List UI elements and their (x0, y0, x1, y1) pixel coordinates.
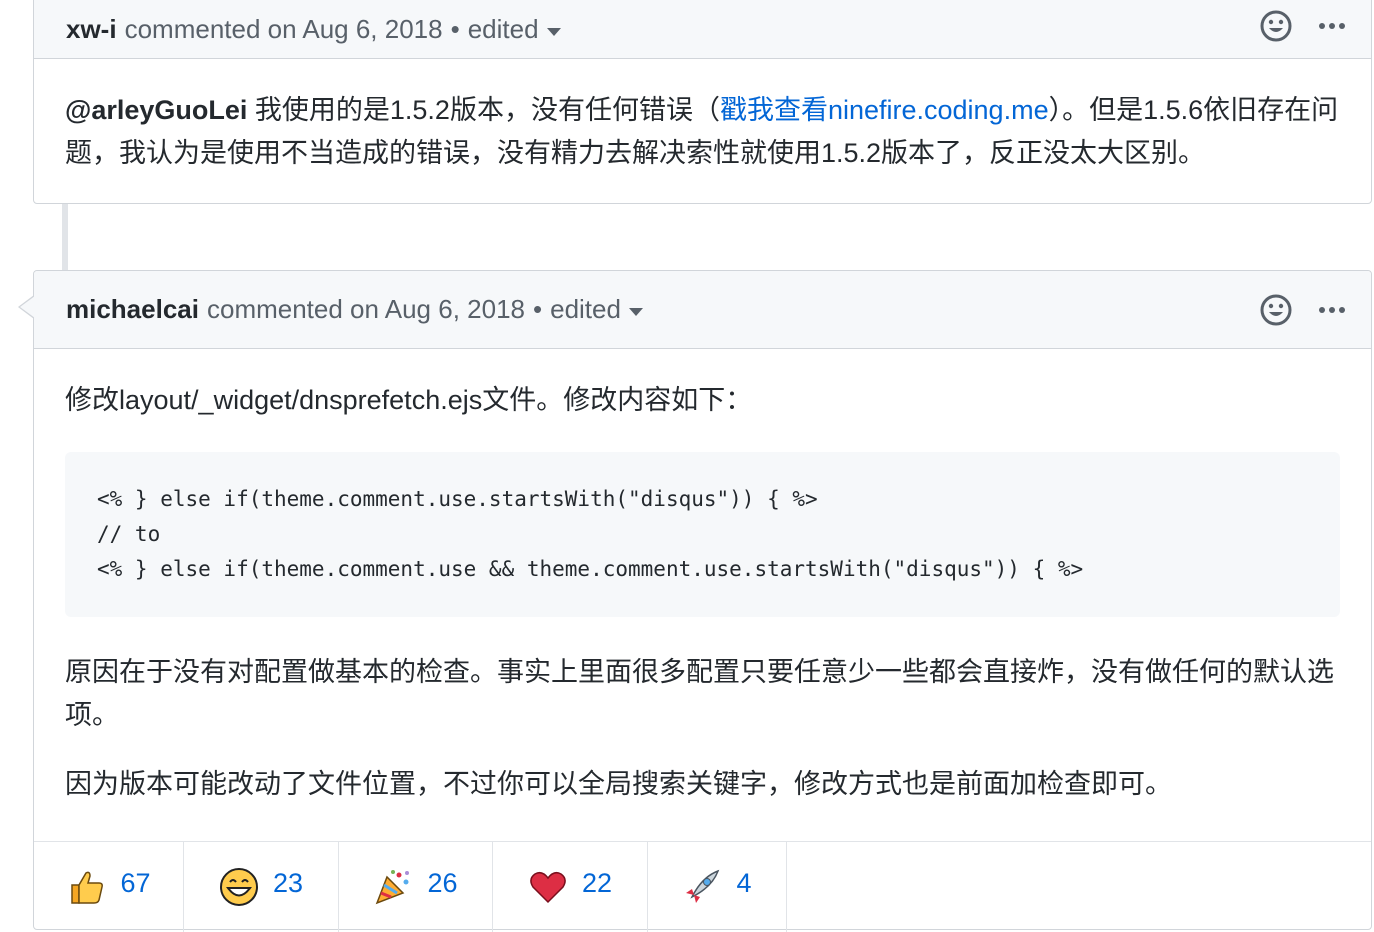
code-line: <% } else if(theme.comment.use && theme.… (97, 557, 1084, 581)
timeline-connector (62, 204, 68, 270)
chevron-down-icon (628, 307, 643, 316)
comment-card: xw-i commented on Aug 6, 2018 • edited @… (33, 0, 1372, 204)
comment-text: 我使用的是1.5.2版本，没有任何错误（ (247, 95, 720, 125)
edited-dropdown[interactable]: edited (550, 294, 643, 325)
header-separator: • (450, 14, 460, 44)
comment-actions (1259, 0, 1349, 58)
comment-header: xw-i commented on Aug 6, 2018 • edited (34, 0, 1371, 59)
kebab-horizontal-icon (1319, 306, 1345, 313)
tada-icon (376, 870, 410, 905)
reaction-count: 23 (272, 867, 304, 898)
edited-label: edited (550, 294, 621, 324)
reaction-count: 67 (120, 867, 151, 898)
edited-dropdown[interactable]: edited (468, 14, 561, 45)
smiley-icon (1260, 294, 1292, 325)
comment-actions (1259, 271, 1349, 348)
comment-author-link[interactable]: xw-i (66, 14, 117, 45)
reaction-count: 22 (581, 867, 613, 898)
smiley-icon (1260, 10, 1292, 41)
reaction-thumbs-up-button[interactable]: 67 (34, 842, 184, 932)
comment-pointer (18, 295, 35, 319)
add-reaction-button[interactable] (1259, 293, 1293, 327)
header-separator: • (533, 294, 543, 324)
comment-header: michaelcai commented on Aug 6, 2018 • ed… (18, 271, 1371, 349)
edited-label: edited (467, 14, 539, 44)
comment-body: 修改layout/_widget/dnsprefetch.ejs文件。修改内容如… (65, 379, 1340, 806)
code-block[interactable]: <% } else if(theme.comment.use.startsWit… (65, 452, 1340, 617)
comment-timestamp[interactable]: commented on Aug 6, 2018 (125, 14, 443, 45)
comment-body: @arleyGuoLei 我使用的是1.5.2版本，没有任何错误（戳我查看nin… (65, 89, 1340, 175)
more-options-button[interactable] (1315, 9, 1349, 43)
comment-paragraph: 修改layout/_widget/dnsprefetch.ejs文件。修改内容如… (65, 385, 753, 415)
comment-timestamp[interactable]: commented on Aug 6, 2018 (207, 294, 525, 325)
kebab-horizontal-icon (1319, 22, 1345, 29)
reaction-hooray-button[interactable]: 26 (339, 842, 493, 932)
reaction-count: 4 (736, 867, 752, 898)
comment-paragraph: @arleyGuoLei 我使用的是1.5.2版本，没有任何错误（戳我查看nin… (65, 89, 1340, 175)
heart-icon (530, 871, 566, 904)
comment-paragraph: 原因在于没有对配置做基本的检查。事实上里面很多配置只要任意少一些都会直接炸，没有… (65, 657, 1334, 730)
reaction-rocket-button[interactable]: 4 (648, 842, 787, 932)
thumbs-up-icon (71, 871, 104, 904)
user-mention-link[interactable]: @arleyGuoLei (65, 95, 247, 125)
reaction-smile-button[interactable]: 23 (184, 842, 339, 932)
rocket-icon (686, 869, 720, 903)
add-reaction-button[interactable] (1259, 9, 1293, 43)
code-line: // to (97, 522, 161, 546)
code-line: <% } else if(theme.comment.use.startsWit… (97, 487, 818, 511)
smile-icon (219, 868, 258, 906)
reaction-count: 26 (427, 867, 458, 898)
more-options-button[interactable] (1315, 293, 1349, 327)
ninefire-site-link[interactable]: 戳我查看ninefire.coding.me (720, 95, 1049, 125)
comment-author-link[interactable]: michaelcai (66, 294, 199, 325)
comment-paragraph: 因为版本可能改动了文件位置，不过你可以全局搜索关键字，修改方式也是前面加检查即可… (65, 769, 1172, 799)
reactions-bar: 67 23 26 22 4 (34, 841, 1371, 932)
comment-card: michaelcai commented on Aug 6, 2018 • ed… (18, 270, 1372, 932)
reaction-heart-button[interactable]: 22 (493, 842, 648, 932)
chevron-down-icon (546, 27, 561, 36)
